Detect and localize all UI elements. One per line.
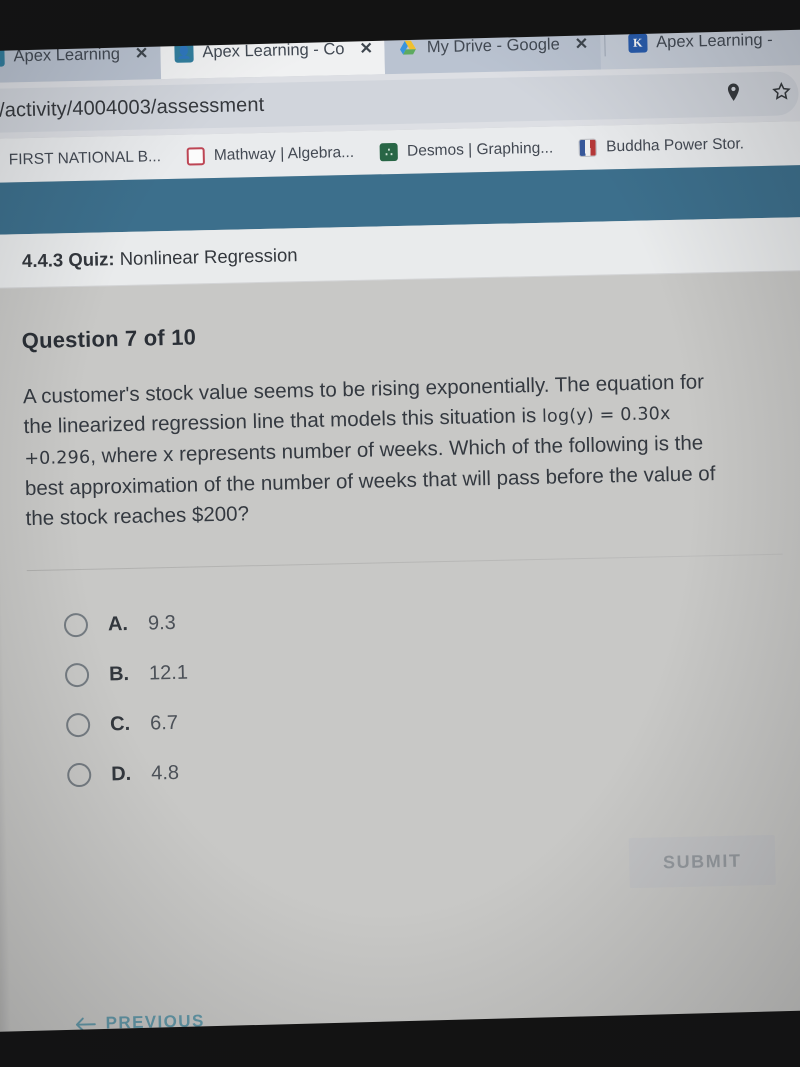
bookmark-label: Buddha Power Stor.	[605, 135, 745, 156]
mathway-icon: M	[186, 147, 206, 166]
lesson-type: Quiz:	[68, 247, 115, 270]
lesson-name: Nonlinear Regression	[119, 243, 298, 269]
desmos-icon	[379, 142, 399, 162]
option-letter: B.	[108, 662, 130, 685]
photographed-screen: Apex Learning ✕ Apex Learning - Co ✕	[0, 0, 800, 1067]
bookmark-desmos[interactable]: Desmos | Graphing...	[379, 139, 554, 162]
option-letter: D.	[110, 762, 132, 785]
bookmark-label: Mathway | Algebra...	[213, 143, 355, 164]
return-arrow-icon[interactable]	[0, 246, 6, 277]
option-value: 6.7	[149, 711, 179, 734]
question-panel: Question 7 of 10 A customer's stock valu…	[0, 270, 800, 1060]
option-value: 9.3	[147, 611, 176, 635]
browser-window: Apex Learning ✕ Apex Learning - Co ✕	[0, 2, 800, 1060]
answer-options: A. 9.3 B. 12.1 C. 6.7 D. 4.8	[27, 585, 787, 801]
kahoot-icon: K	[627, 32, 648, 53]
quiz-breadcrumb: 4.4.3 Quiz: Nonlinear Regression	[22, 244, 298, 272]
bookmark-label: FIRST NATIONAL B...	[8, 148, 162, 169]
option-value: 12.1	[148, 661, 189, 685]
question-text: A customer's stock value seems to be ris…	[23, 367, 738, 534]
radio-button[interactable]	[64, 662, 90, 688]
tab-close-icon[interactable]: ✕	[359, 38, 373, 58]
page-edge-shadow	[0, 288, 18, 1060]
question-counter: Question 7 of 10	[21, 324, 197, 354]
bookmark-label: Desmos | Graphing...	[406, 139, 554, 160]
tab-title: Apex Learning -	[655, 30, 773, 51]
submit-row: SUBMIT	[33, 834, 790, 903]
question-divider	[26, 553, 783, 572]
submit-button[interactable]: SUBMIT	[628, 834, 776, 889]
radio-button[interactable]	[65, 712, 91, 738]
question-text-part1: A customer's stock value seems to be ris…	[22, 370, 705, 439]
lesson-number: 4.4.3	[21, 248, 64, 271]
option-letter: C.	[109, 712, 131, 735]
tab-close-icon[interactable]: ✕	[575, 34, 589, 54]
question-text-part2: , where x represents number of weeks. Wh…	[24, 431, 716, 531]
bookmark-buddha-power[interactable]: Buddha Power Stor.	[578, 135, 745, 157]
radio-button[interactable]	[63, 612, 89, 638]
bookmark-first-national[interactable]: FIRST NATIONAL B...	[0, 148, 162, 171]
omnibox-icons	[722, 65, 793, 123]
bookmark-star-icon[interactable]	[770, 80, 793, 107]
buddha-power-icon	[578, 138, 598, 157]
bookmark-mathway[interactable]: M Mathway | Algebra...	[186, 143, 355, 166]
location-pin-icon[interactable]	[722, 81, 745, 108]
radio-button[interactable]	[66, 762, 92, 788]
option-value: 4.8	[150, 761, 180, 784]
google-drive-icon	[399, 38, 418, 57]
option-letter: A.	[107, 612, 129, 635]
